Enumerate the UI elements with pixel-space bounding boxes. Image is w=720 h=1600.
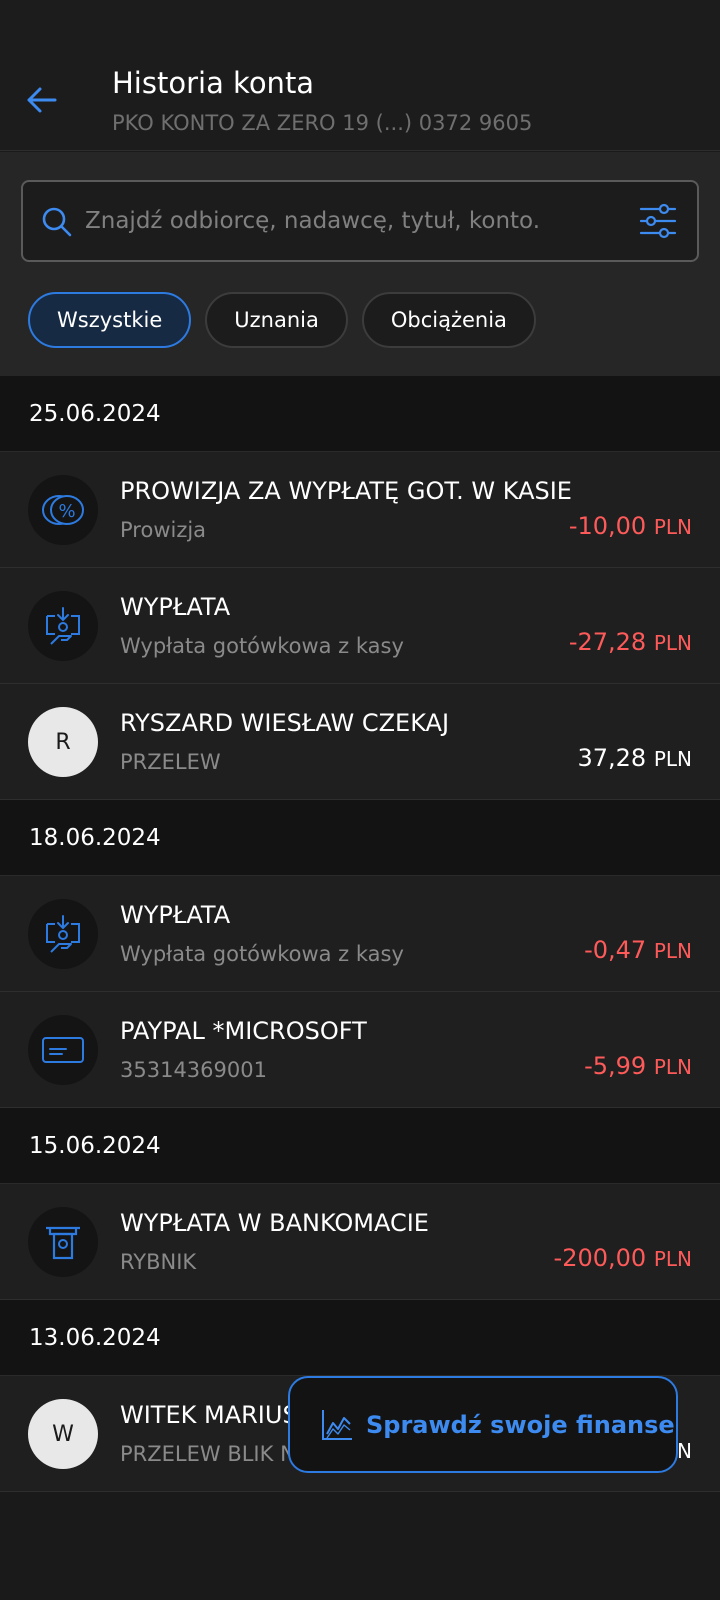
transaction-name: WYPŁATA bbox=[120, 593, 231, 621]
search-box bbox=[21, 180, 699, 262]
transaction-amount: -10,00 PLN bbox=[569, 512, 692, 540]
amount-currency: PLN bbox=[653, 747, 692, 771]
chart-icon bbox=[322, 1409, 352, 1440]
amount-currency: PLN bbox=[653, 631, 692, 655]
back-button[interactable] bbox=[22, 80, 62, 120]
transaction-row[interactable]: WYPŁATA W BANKOMACIE RYBNIK -200,00 PLN bbox=[0, 1184, 720, 1300]
account-subtitle: PKO KONTO ZA ZERO 19 (...) 0372 9605 bbox=[112, 111, 533, 135]
chip-credits[interactable]: Uznania bbox=[205, 292, 348, 348]
card-icon bbox=[28, 1015, 98, 1085]
arrow-left-icon bbox=[27, 87, 57, 113]
filter-settings-icon[interactable] bbox=[639, 202, 677, 240]
transaction-desc: Wypłata gotówkowa z kasy bbox=[120, 942, 404, 966]
check-finances-label: Sprawdź swoje finanse bbox=[366, 1410, 675, 1439]
transaction-row[interactable]: WYPŁATA Wypłata gotówkowa z kasy -27,28 … bbox=[0, 568, 720, 684]
transaction-name: RYSZARD WIESŁAW CZEKAJ bbox=[120, 709, 450, 737]
amount-currency: PLN bbox=[653, 939, 692, 963]
transaction-row[interactable]: R RYSZARD WIESŁAW CZEKAJ PRZELEW 37,28 P… bbox=[0, 684, 720, 800]
transaction-desc: 35314369001 bbox=[120, 1058, 267, 1082]
cash-withdrawal-icon bbox=[28, 899, 98, 969]
transaction-list: 25.06.2024 % PROWIZJA ZA WYPŁATĘ GOT. W … bbox=[0, 376, 720, 1492]
amount-value: -5,99 bbox=[584, 1052, 647, 1080]
amount-value: -200,00 bbox=[553, 1244, 647, 1272]
transaction-name: WYPŁATA W BANKOMACIE bbox=[120, 1209, 429, 1237]
check-finances-button[interactable]: Sprawdź swoje finanse bbox=[288, 1376, 678, 1473]
amount-currency: PLN bbox=[653, 1247, 692, 1271]
bottom-spacer bbox=[0, 1500, 720, 1600]
atm-icon bbox=[28, 1207, 98, 1277]
transaction-desc: PRZELEW BLIK N bbox=[120, 1442, 296, 1466]
transaction-name: WYPŁATA bbox=[120, 901, 231, 929]
amount-value: 37,28 bbox=[577, 744, 647, 772]
page-title: Historia konta bbox=[112, 66, 315, 100]
transaction-row[interactable]: % PROWIZJA ZA WYPŁATĘ GOT. W KASIE Prowi… bbox=[0, 452, 720, 568]
filter-chips: Wszystkie Uznania Obciążenia bbox=[28, 292, 536, 348]
transaction-name: PROWIZJA ZA WYPŁATĘ GOT. W KASIE bbox=[120, 477, 572, 505]
transaction-desc: PRZELEW bbox=[120, 750, 221, 774]
transaction-name: PAYPAL *MICROSOFT bbox=[120, 1017, 367, 1045]
transaction-amount: 37,28 PLN bbox=[577, 744, 692, 772]
transaction-desc: RYBNIK bbox=[120, 1250, 197, 1274]
transaction-row[interactable]: PAYPAL *MICROSOFT 35314369001 -5,99 PLN bbox=[0, 992, 720, 1108]
percent-icon: % bbox=[28, 475, 98, 545]
svg-text:%: % bbox=[58, 501, 75, 522]
transaction-row[interactable]: WYPŁATA Wypłata gotówkowa z kasy -0,47 P… bbox=[0, 876, 720, 992]
transaction-amount: -200,00 PLN bbox=[554, 1244, 692, 1272]
transaction-amount: -5,99 PLN bbox=[584, 1052, 692, 1080]
transaction-desc: Wypłata gotówkowa z kasy bbox=[120, 634, 404, 658]
cash-withdrawal-icon bbox=[28, 591, 98, 661]
amount-value: -0,47 bbox=[584, 936, 647, 964]
amount-currency: PLN bbox=[653, 515, 692, 539]
app-header: Historia konta PKO KONTO ZA ZERO 19 (...… bbox=[0, 0, 720, 151]
chip-debits[interactable]: Obciążenia bbox=[361, 292, 536, 348]
search-input[interactable] bbox=[85, 182, 625, 260]
transaction-amount: -27,28 PLN bbox=[569, 628, 692, 656]
avatar: R bbox=[28, 707, 98, 777]
date-header: 15.06.2024 bbox=[0, 1108, 720, 1184]
amount-currency: PLN bbox=[653, 1055, 692, 1079]
date-header: 13.06.2024 bbox=[0, 1300, 720, 1376]
avatar: W bbox=[28, 1399, 98, 1469]
chip-all[interactable]: Wszystkie bbox=[28, 292, 192, 348]
transaction-name: WITEK MARIUSZ bbox=[120, 1401, 315, 1429]
date-header: 25.06.2024 bbox=[0, 376, 720, 452]
amount-value: -27,28 bbox=[568, 628, 647, 656]
transaction-desc: Prowizja bbox=[120, 518, 207, 542]
amount-value: -10,00 bbox=[568, 512, 647, 540]
filters-panel: Wszystkie Uznania Obciążenia bbox=[0, 152, 720, 376]
date-header: 18.06.2024 bbox=[0, 800, 720, 876]
search-icon bbox=[42, 207, 72, 237]
transaction-amount: -0,47 PLN bbox=[584, 936, 692, 964]
